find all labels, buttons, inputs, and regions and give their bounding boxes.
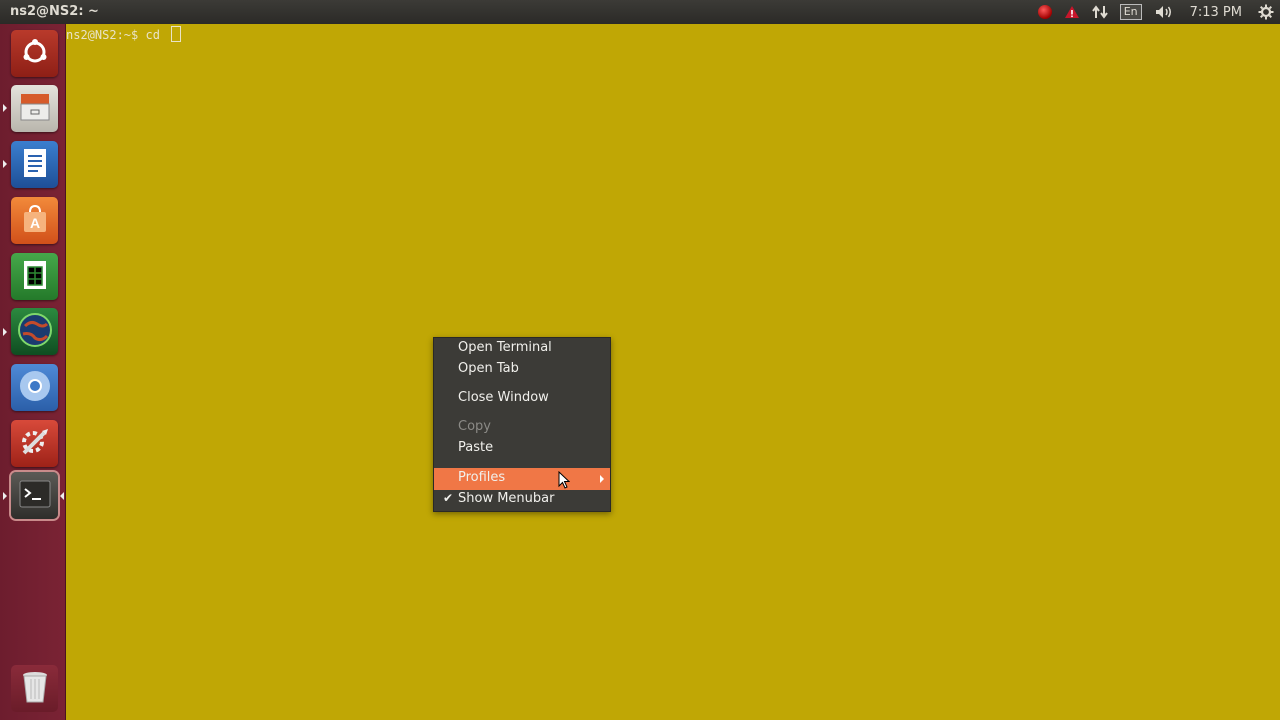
network-icon[interactable] (1086, 0, 1114, 24)
settings-tools-icon (18, 425, 52, 463)
writer-document-icon (20, 147, 50, 183)
top-panel: ns2@NS2: ~ En 7:13 PM (0, 0, 1280, 24)
software-bag-icon: A (19, 203, 51, 239)
ubuntu-logo-icon (20, 37, 50, 71)
launcher-item-dash[interactable] (11, 30, 58, 77)
launcher-item-terminal[interactable] (11, 472, 58, 519)
file-cabinet-icon (18, 90, 52, 128)
launcher-item-chromium[interactable] (11, 364, 58, 411)
menu-item-label: Profiles (458, 470, 506, 485)
globe-icon (17, 312, 53, 352)
running-indicator (3, 328, 7, 336)
running-indicator (3, 492, 7, 500)
menu-item-close-window[interactable]: Close Window (434, 388, 610, 410)
launcher-item-writer[interactable] (11, 141, 58, 188)
focused-indicator (60, 492, 64, 500)
trash-icon (20, 669, 50, 709)
warning-indicator-icon[interactable] (1058, 0, 1086, 24)
menu-item-show-menubar[interactable]: ✔ Show Menubar (434, 489, 610, 511)
launcher-item-files[interactable] (11, 85, 58, 132)
menu-item-label: Close Window (458, 390, 549, 405)
menu-item-label: Copy (458, 419, 491, 434)
session-gear-icon[interactable] (1252, 0, 1280, 24)
menu-item-copy: Copy (434, 417, 610, 439)
menu-item-profiles[interactable]: Profiles (434, 468, 610, 490)
checkmark-icon: ✔ (443, 491, 454, 505)
terminal-prompt-text: ns2@NS2:~$ cd (66, 28, 168, 42)
record-indicator-icon[interactable] (1032, 0, 1058, 24)
menu-item-open-tab[interactable]: Open Tab (434, 359, 610, 381)
chromium-icon (18, 369, 52, 407)
volume-icon[interactable] (1148, 0, 1180, 24)
text-cursor (171, 26, 182, 42)
launcher-item-software-center[interactable]: A (11, 197, 58, 244)
menu-item-label: Show Menubar (458, 491, 555, 506)
launcher-item-trash[interactable] (11, 665, 58, 712)
terminal-icon (19, 480, 51, 512)
spreadsheet-icon (20, 259, 50, 295)
context-menu: Open Terminal Open Tab Close Window Copy… (433, 337, 611, 512)
language-label: En (1119, 4, 1142, 20)
menu-item-label: Open Tab (458, 361, 519, 376)
running-indicator (3, 160, 7, 168)
terminal-prompt-line[interactable]: ns2@NS2:~$ cd (66, 26, 182, 42)
keyboard-language-indicator[interactable]: En (1114, 0, 1148, 24)
menu-item-label: Open Terminal (458, 340, 552, 355)
menu-item-label: Paste (458, 440, 494, 455)
indicator-area: En 7:13 PM (1032, 0, 1280, 24)
menu-item-paste[interactable]: Paste (434, 438, 610, 460)
menu-item-open-terminal[interactable]: Open Terminal (434, 338, 610, 360)
launcher: A (0, 24, 66, 720)
submenu-arrow-icon (600, 475, 604, 483)
running-indicator (3, 104, 7, 112)
launcher-item-calc[interactable] (11, 253, 58, 300)
clock[interactable]: 7:13 PM (1180, 0, 1252, 24)
window-title: ns2@NS2: ~ (10, 4, 99, 19)
mouse-pointer-icon (558, 470, 571, 493)
launcher-item-globe[interactable] (11, 308, 58, 355)
svg-text:A: A (29, 215, 39, 231)
launcher-item-settings[interactable] (11, 420, 58, 467)
